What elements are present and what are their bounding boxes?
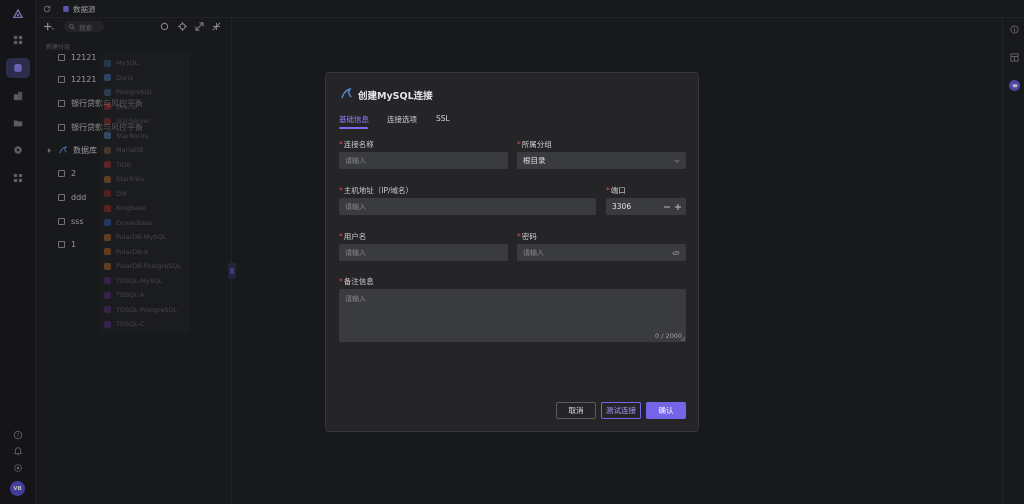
- remark-counter: 0 / 2000: [655, 332, 682, 340]
- group-label: *所属分组: [517, 140, 552, 149]
- cancel-button[interactable]: 取消: [556, 402, 596, 419]
- group-select-value: 根目录: [523, 156, 546, 165]
- eye-off-icon[interactable]: [672, 250, 680, 256]
- create-connection-modal: 创建MySQL连接 基础信息 连接选项 SSL *连接名称 请输入 *所属分组 …: [325, 72, 699, 432]
- remark-label-text: 备注信息: [343, 277, 374, 286]
- conn-name-label-text: 连接名称: [343, 140, 374, 149]
- host-input[interactable]: 请输入: [339, 198, 596, 215]
- plus-icon[interactable]: [675, 203, 681, 210]
- confirm-button[interactable]: 确认: [646, 402, 686, 419]
- host-placeholder: 请输入: [345, 202, 366, 211]
- password-label: *密码: [517, 232, 537, 241]
- group-select[interactable]: 根目录: [517, 152, 686, 169]
- host-label: *主机地址（IP/域名）: [339, 186, 414, 195]
- group-label-text: 所属分组: [521, 140, 552, 149]
- port-label-text: 端口: [610, 186, 626, 195]
- conn-name-placeholder: 请输入: [345, 156, 366, 165]
- minus-icon[interactable]: [664, 204, 670, 210]
- user-input[interactable]: 请输入: [339, 244, 508, 261]
- mysql-icon: [341, 88, 352, 99]
- tab-basic[interactable]: 基础信息: [339, 114, 369, 125]
- tab-ssl[interactable]: SSL: [436, 114, 450, 123]
- port-value: 3306: [612, 202, 632, 211]
- password-placeholder: 请输入: [523, 248, 544, 257]
- test-connection-button[interactable]: 测试连接: [601, 402, 641, 419]
- user-label-text: 用户名: [343, 232, 367, 241]
- host-label-text: 主机地址（IP/域名）: [343, 186, 414, 195]
- chevron-down-icon: [674, 159, 680, 163]
- conn-name-input[interactable]: 请输入: [339, 152, 508, 169]
- modal-title: 创建MySQL连接: [358, 91, 433, 102]
- port-label: *端口: [606, 186, 626, 195]
- user-placeholder: 请输入: [345, 248, 366, 257]
- remark-textarea[interactable]: 请输入: [339, 289, 686, 342]
- remark-label: *备注信息: [339, 277, 374, 286]
- password-label-text: 密码: [521, 232, 537, 241]
- port-stepper[interactable]: 3306: [606, 198, 686, 215]
- resize-handle-icon[interactable]: [680, 336, 685, 341]
- tab-options[interactable]: 连接选项: [387, 114, 417, 125]
- conn-name-label: *连接名称: [339, 140, 374, 149]
- password-input[interactable]: 请输入: [517, 244, 686, 261]
- remark-placeholder: 请输入: [345, 295, 366, 303]
- user-label: *用户名: [339, 232, 367, 241]
- active-tab-indicator: [339, 127, 368, 129]
